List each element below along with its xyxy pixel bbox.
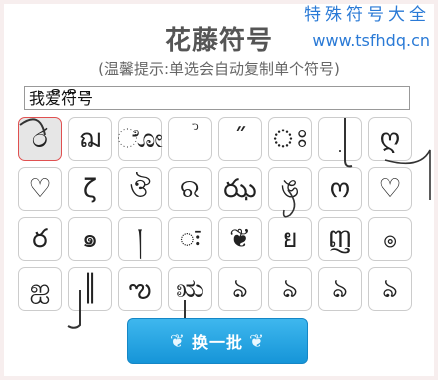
symbol-cell[interactable]: ❦ — [218, 217, 262, 261]
symbol-cell[interactable]: ࣿ — [168, 117, 212, 161]
symbol-cell[interactable]: ၜ — [368, 217, 412, 261]
symbol-cell[interactable]: ঔ — [118, 167, 162, 211]
button-ornament-left-icon: ❦ — [169, 330, 186, 352]
symbol-cell[interactable]: ः — [168, 217, 212, 261]
symbol-cell[interactable]: ย — [268, 217, 312, 261]
symbol-cell[interactable]: ♡ — [368, 167, 412, 211]
symbol-cell[interactable]: ఌ — [118, 267, 162, 311]
symbol-cell[interactable]: ζ — [68, 167, 112, 211]
symbol-cell[interactable]: ། — [118, 217, 162, 261]
symbol-cell[interactable]: ஐ — [18, 267, 62, 311]
symbol-cell[interactable]: ర — [18, 217, 62, 261]
symbol-cell[interactable]: ˝ — [218, 117, 262, 161]
symbol-cell[interactable]: ಋ — [168, 267, 212, 311]
symbol-cell[interactable]: ׅ — [318, 117, 362, 161]
symbol-cell[interactable]: ঌ — [368, 267, 412, 311]
page-subtitle: (温馨提示:单选会自动复制单个符号) — [98, 60, 340, 78]
symbol-cell[interactable]: ო — [318, 167, 362, 211]
symbol-cell[interactable]: ঌ — [218, 267, 262, 311]
symbol-cell[interactable]: ର — [168, 167, 212, 211]
symbol-cell[interactable]: ♡ — [18, 167, 62, 211]
symbol-cell[interactable]: ღ — [368, 117, 412, 161]
symbol-cell[interactable]: ঃ — [268, 117, 312, 161]
watermark-url: www.tsfhdq.cn — [312, 31, 430, 50]
refresh-batch-label: 换一批 — [191, 333, 243, 352]
symbol-cell[interactable]: ║ — [68, 267, 112, 311]
symbol-cell[interactable]: ๑ — [68, 217, 112, 261]
site-watermark: 特殊符号大全 www.tsfhdq.cn — [304, 2, 430, 54]
symbol-cell[interactable]: ঙ — [268, 167, 312, 211]
button-ornament-right-icon: ❦ — [249, 330, 266, 352]
symbol-cell[interactable]: ೋ — [117, 117, 163, 161]
symbol-cell[interactable]: ঌ — [318, 267, 362, 311]
symbol-cell[interactable]: ঌ — [268, 267, 312, 311]
watermark-name: 特殊符号大全 — [304, 5, 430, 25]
symbol-cell[interactable]: ර — [18, 117, 62, 161]
refresh-batch-button[interactable]: ❦ 换一批 ❦ — [127, 318, 308, 364]
symbol-cell[interactable]: ఝ — [218, 167, 262, 211]
symbol-output-input[interactable]: 我ໍ爱ິ符ິ号ໍ — [24, 86, 410, 110]
symbol-cell[interactable]: ฌ — [68, 117, 112, 161]
symbol-cell[interactable]: ញ — [318, 217, 362, 261]
